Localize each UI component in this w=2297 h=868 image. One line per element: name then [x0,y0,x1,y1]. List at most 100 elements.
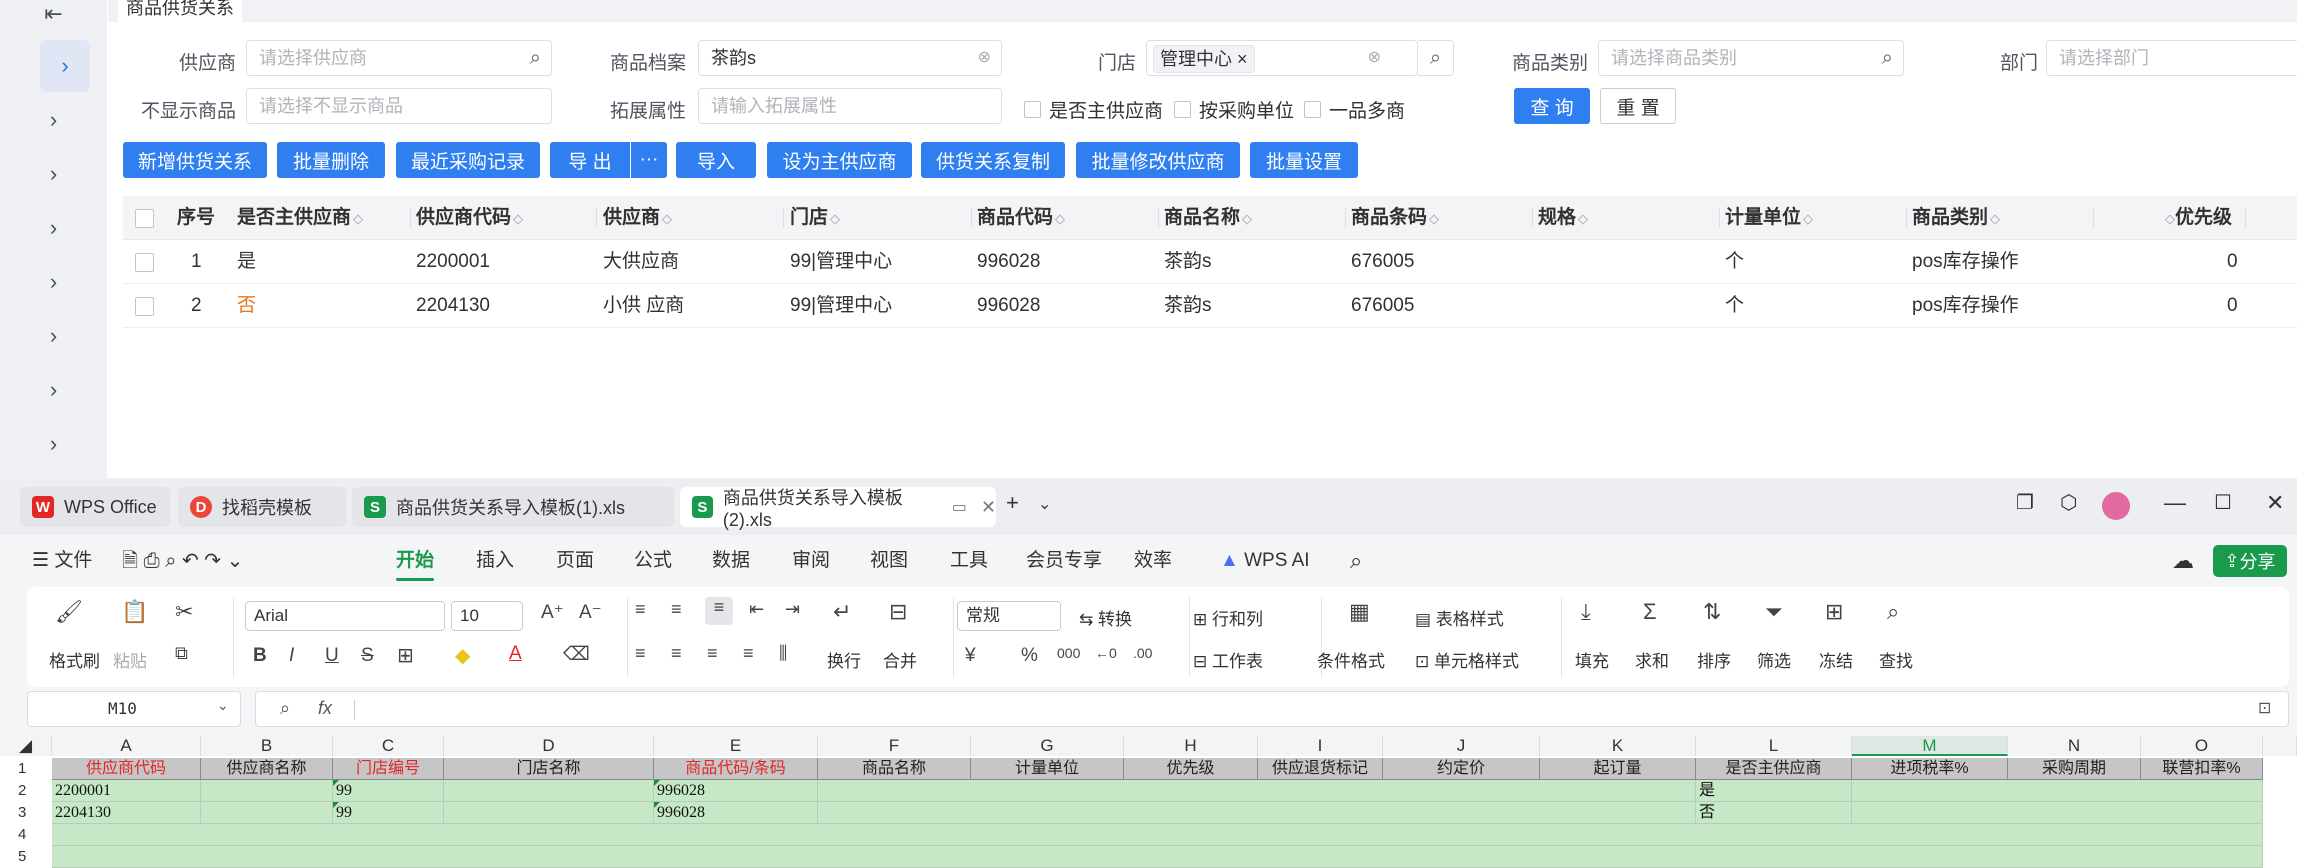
sheet-row-empty[interactable] [52,846,2263,868]
sheet-cell[interactable]: 996028 [654,802,818,824]
product-input[interactable]: 茶韵s ⊗ [698,40,1002,76]
fill-color-icon[interactable]: ◆ [455,643,470,668]
sort-icon[interactable]: ◇ [353,211,363,226]
format-painter-icon[interactable]: 🖌 [55,599,83,625]
sheet-cell[interactable] [444,802,654,824]
find-label[interactable]: 查找 [1879,647,1913,672]
col-header-J[interactable]: J [1383,736,1540,756]
page-tab[interactable]: 商品供货关系 [118,0,242,22]
zoom-icon[interactable]: ⌕ [280,698,290,719]
purchase-unit-checkbox[interactable]: 按采购单位 [1174,96,1294,123]
col-header-F[interactable]: F [818,736,971,756]
query-button[interactable]: 查 询 [1514,88,1590,124]
menu-home[interactable]: 开始 [396,535,435,587]
col-barcode[interactable]: 商品条码 ◇ [1351,196,1439,240]
recent-purchase-button[interactable]: 最近采购记录 [396,142,540,178]
sheet-cell[interactable] [444,780,654,802]
wrap-label[interactable]: 换行 [827,647,861,672]
merge-icon[interactable]: ⊟ [889,599,907,625]
percent-icon[interactable]: % [1021,645,1038,667]
col-header-K[interactable]: K [1540,736,1696,756]
category-select[interactable]: 请选择商品类别 ⌕ [1598,40,1904,76]
sheet-cell[interactable]: 99 [333,780,444,802]
sheet-cell[interactable]: 99 [333,802,444,824]
cloud-upload-icon[interactable]: ☁ [2172,535,2194,587]
sort-icon[interactable]: ◇ [1242,211,1252,226]
sort-icon[interactable]: ◇ [830,211,840,226]
sheet-header-cell[interactable]: 起订量 [1540,758,1696,780]
chevron-down-icon[interactable]: ⌄ [1038,494,1051,514]
search-icon[interactable]: ⌕ [1350,535,1362,587]
col-header-A[interactable]: A [52,736,201,756]
font-size-select[interactable]: 10 [451,601,523,631]
align-bottom-icon[interactable]: ≡ [705,597,733,625]
new-tab-icon[interactable]: + [1006,490,1019,516]
fill-icon[interactable]: ⤓ [1581,599,1591,625]
thousands-icon[interactable]: 000 [1057,645,1080,661]
paste-label[interactable]: 粘贴 [113,647,147,672]
collapse-left-icon[interactable]: ⇤ [0,0,107,40]
col-header-O[interactable]: O [2141,736,2263,756]
format-painter-label[interactable]: 格式刷 [49,647,100,672]
share-button[interactable]: ⇪ 分享 [2213,545,2287,577]
sheet-header-cell[interactable]: 联营扣率% [2141,758,2263,780]
filter-label[interactable]: 筛选 [1757,647,1791,672]
col-spec[interactable]: 规格 ◇ [1538,196,1588,240]
multi-supplier-checkbox[interactable]: 一品多商 [1304,96,1405,123]
tag-close-icon[interactable]: × [1237,49,1248,69]
copy-relation-button[interactable]: 供货关系复制 [921,142,1065,178]
sheet-cell[interactable]: 2204130 [52,802,201,824]
sheet-header-cell[interactable]: 门店名称 [444,758,654,780]
close-window-icon[interactable]: ✕ [2266,490,2284,516]
sort-icon[interactable]: ◇ [2165,211,2175,226]
sheet-header-cell[interactable]: 是否主供应商 [1696,758,1852,780]
italic-icon[interactable]: I [289,645,294,667]
sheet-header-cell[interactable]: 约定价 [1383,758,1540,780]
font-select[interactable]: Arial [245,601,445,631]
minimize-icon[interactable]: — [2164,490,2186,516]
name-box[interactable]: M10 [27,691,241,727]
cell-style-button[interactable]: ⊡ 单元格样式 [1415,647,1519,672]
row-checkbox[interactable] [135,297,154,316]
sort-icon[interactable]: ◇ [1429,211,1439,226]
sort-icon[interactable]: ◇ [662,211,672,226]
clear-icon[interactable]: ⊗ [978,41,991,75]
menu-file[interactable]: ☰ 文件 [32,535,92,587]
sheet-row-empty[interactable] [52,824,2263,846]
rowcol-button[interactable]: ⊞ 行和列 [1193,605,1263,630]
store-search-icon[interactable]: ⌕ [1418,40,1454,76]
align-middle-icon[interactable]: ≡ [671,599,682,620]
sidebar-item-4[interactable]: › [0,202,107,254]
wrap-icon[interactable]: ↵ [833,599,851,625]
sheet-header-cell[interactable]: 商品名称 [818,758,971,780]
increase-decimal-icon[interactable]: ←0 [1095,645,1117,661]
currency-icon[interactable]: ¥ [965,645,976,667]
export-more-button[interactable]: ··· [631,142,667,178]
col-is-main[interactable]: 是否主供应商 ◇ [237,196,363,240]
underline-icon[interactable]: U [325,645,339,667]
row-header-5[interactable]: 5 [18,846,52,868]
set-main-supplier-button[interactable]: 设为主供应商 [767,142,912,178]
sidebar-item-2[interactable]: › [0,94,107,146]
bold-icon[interactable]: B [253,645,267,667]
corner-select-all[interactable]: ◢ [0,736,52,756]
sidebar-item-7[interactable]: › [0,364,107,416]
col-header-E[interactable]: E [654,736,818,756]
sort-icon[interactable]: ◇ [1803,211,1813,226]
outdent-icon[interactable]: ⇤ [749,599,764,620]
row-header-4[interactable]: 4 [18,824,52,846]
col-product-name[interactable]: 商品名称 ◇ [1164,196,1252,240]
align-right-icon[interactable]: ≡ [707,643,718,664]
table-style-button[interactable]: ▤ 表格样式 [1415,605,1504,630]
checkbox-box[interactable] [1174,101,1191,118]
justify-icon[interactable]: ≡ [743,643,754,664]
freeze-label[interactable]: 冻结 [1819,647,1853,672]
dept-select[interactable]: 请选择部门 [2046,40,2297,76]
decrease-font-icon[interactable]: A⁻ [579,601,602,624]
sort-icon[interactable]: ⇅ [1703,599,1721,625]
sheet-header-cell[interactable]: 商品代码/条码 [654,758,818,780]
import-button[interactable]: 导入 [676,142,756,178]
col-product-code[interactable]: 商品代码 ◇ [977,196,1065,240]
copy-icon[interactable]: ⧉ [175,643,188,664]
select-all-checkbox[interactable] [135,209,154,228]
